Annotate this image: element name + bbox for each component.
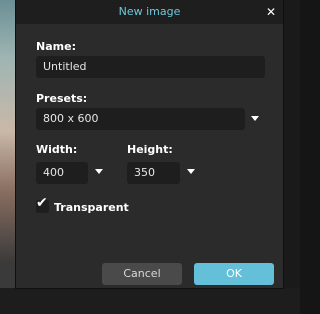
background-bottom-strip — [0, 288, 300, 314]
width-label: Width: — [36, 143, 78, 156]
background-panel-edge — [283, 0, 300, 314]
height-chevron-down-icon[interactable] — [187, 169, 195, 174]
checkmark-icon: ✔ — [36, 195, 48, 211]
presets-select[interactable]: 800 x 600 — [36, 108, 245, 130]
background-image-edge — [0, 0, 16, 292]
presets-chevron-down-icon[interactable] — [251, 116, 259, 121]
close-icon[interactable]: ✕ — [263, 0, 279, 24]
height-input[interactable]: 350 — [127, 162, 180, 184]
dialog-title: New image — [118, 5, 181, 18]
name-label: Name: — [36, 40, 76, 53]
width-chevron-down-icon[interactable] — [95, 169, 103, 174]
presets-label: Presets: — [36, 92, 88, 105]
transparent-label: Transparent — [54, 201, 129, 214]
name-input[interactable]: Untitled — [36, 56, 265, 78]
height-label: Height: — [127, 143, 173, 156]
new-image-dialog: New image ✕ Name: Untitled Presets: 800 … — [16, 0, 283, 288]
transparent-checkbox[interactable]: ✔ — [36, 195, 49, 213]
width-input[interactable]: 400 — [36, 162, 88, 184]
cancel-button[interactable]: Cancel — [102, 263, 182, 285]
ok-button[interactable]: OK — [194, 263, 274, 285]
